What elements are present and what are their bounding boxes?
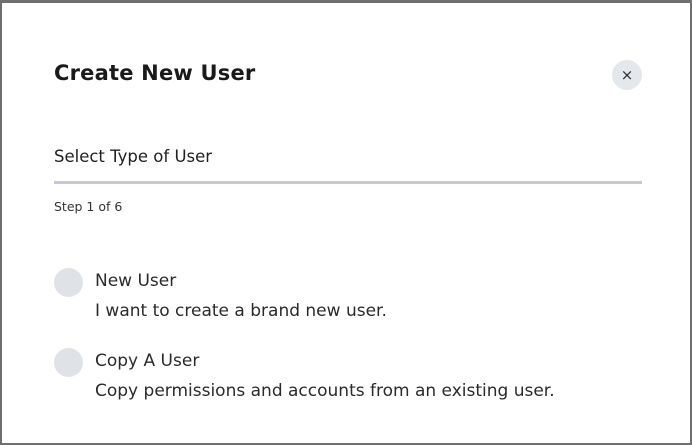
step-progress-bar bbox=[54, 181, 642, 184]
new-user-radio[interactable] bbox=[54, 268, 83, 297]
option-description: I want to create a brand new user. bbox=[95, 301, 387, 321]
close-icon: × bbox=[620, 66, 634, 84]
option-description: Copy permissions and accounts from an ex… bbox=[95, 381, 555, 401]
step-progress-fill bbox=[54, 181, 642, 184]
option-label: Copy A User bbox=[95, 351, 200, 371]
step-title: Select Type of User bbox=[54, 147, 213, 166]
create-user-dialog: Create New User × Select Type of User St… bbox=[0, 0, 692, 445]
step-counter: Step 1 of 6 bbox=[54, 199, 123, 214]
copy-user-radio[interactable] bbox=[54, 348, 83, 377]
dialog-title: Create New User bbox=[54, 61, 256, 85]
close-button[interactable]: × bbox=[612, 60, 642, 90]
option-label: New User bbox=[95, 271, 177, 291]
